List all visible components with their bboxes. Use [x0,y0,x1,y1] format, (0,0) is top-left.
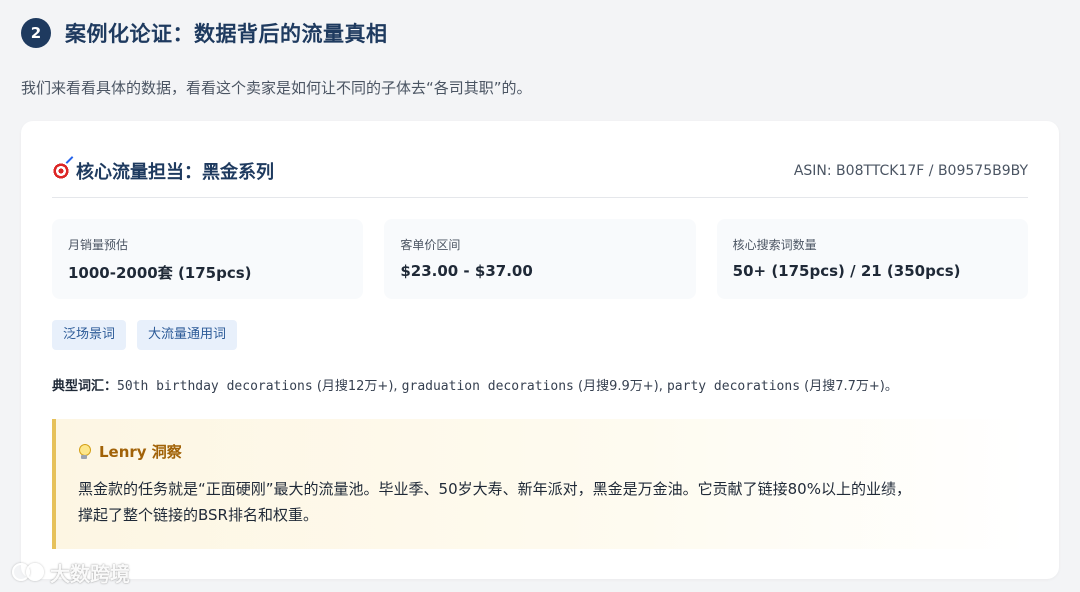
card-header: 核心流量担当：黑金系列 ASIN: B08TTCK17F / B09575B9B… [52,155,1028,187]
keyword-note: (月搜12万+), [312,379,402,394]
stat-keyword-count: 核心搜索词数量 50+ (175pcs) / 21 (350pcs) [716,219,1028,299]
stat-label: 核心搜索词数量 [732,238,817,252]
watermark-logo-icon [10,560,44,586]
section-number-badge: 2 [21,18,51,48]
keyword-note: (月搜7.7万+)。 [800,379,898,394]
tag-high-traffic: 大流量通用词 [137,320,238,350]
insight-title: Lenry 洞察 [99,443,182,461]
keyword-note: (月搜9.9万+), [573,379,667,394]
insight-body: 黑金款的任务就是“正面硬刚”最大的流量池。毕业季、50岁大寿、新年派对，黑金是万… [78,476,1004,528]
section-header: 2 案例化论证：数据背后的流量真相 [21,18,388,48]
stat-label: 月销量预估 [68,238,129,252]
insight-line: 黑金款的任务就是“正面硬刚”最大的流量池。毕业季、50岁大寿、新年派对，黑金是万… [78,480,911,498]
card-divider [52,197,1028,198]
watermark-text: 大数跨境 [50,562,130,586]
stat-monthly-sales: 月销量预估 1000-2000套 (175pcs) [52,219,364,299]
section-title: 案例化论证：数据背后的流量真相 [65,22,388,46]
stat-value: 50+ (175pcs) / 21 (350pcs) [732,262,961,280]
keyword-label: 典型词汇： [52,379,118,394]
insight-line: 撑起了整个链接的BSR排名和权重。 [78,506,318,524]
keyword-line: 典型词汇：50th birthday decorations (月搜12万+),… [52,375,1039,394]
stat-value: 1000-2000套 (175pcs) [68,264,252,282]
lightbulb-icon [78,443,91,460]
stat-label: 客单价区间 [400,238,461,252]
stat-value: $23.00 - $37.00 [400,262,533,280]
page: 2 案例化论证：数据背后的流量真相 我们来看看具体的数据，看看这个卖家是如何让不… [0,0,1080,592]
insight-callout: Lenry 洞察 黑金款的任务就是“正面硬刚”最大的流量池。毕业季、50岁大寿、… [52,419,1028,549]
keyword-term: party decorations [666,379,801,394]
watermark: 大数跨境 [10,558,130,587]
stat-price-range: 客单价区间 $23.00 - $37.00 [384,219,696,299]
asin-label: ASIN: B08TTCK17F / B09575B9BY [793,163,1028,179]
card-title: 核心流量担当：黑金系列 [76,162,274,183]
traffic-card: 核心流量担当：黑金系列 ASIN: B08TTCK17F / B09575B9B… [21,121,1059,579]
target-icon [52,162,70,180]
tag-generic-scene: 泛场景词 [52,320,127,350]
card-title-wrap: 核心流量担当：黑金系列 [52,158,274,184]
keyword-term: graduation decorations [401,379,574,394]
insight-header: Lenry 洞察 [78,441,1004,462]
stats-row: 月销量预估 1000-2000套 (175pcs) 客单价区间 $23.00 -… [52,219,1028,299]
keyword-term: 50th birthday decorations [117,379,313,394]
tag-list: 泛场景词 大流量通用词 [52,320,238,350]
section-intro: 我们来看看具体的数据，看看这个卖家是如何让不同的子体去“各司其职”的。 [21,79,532,97]
